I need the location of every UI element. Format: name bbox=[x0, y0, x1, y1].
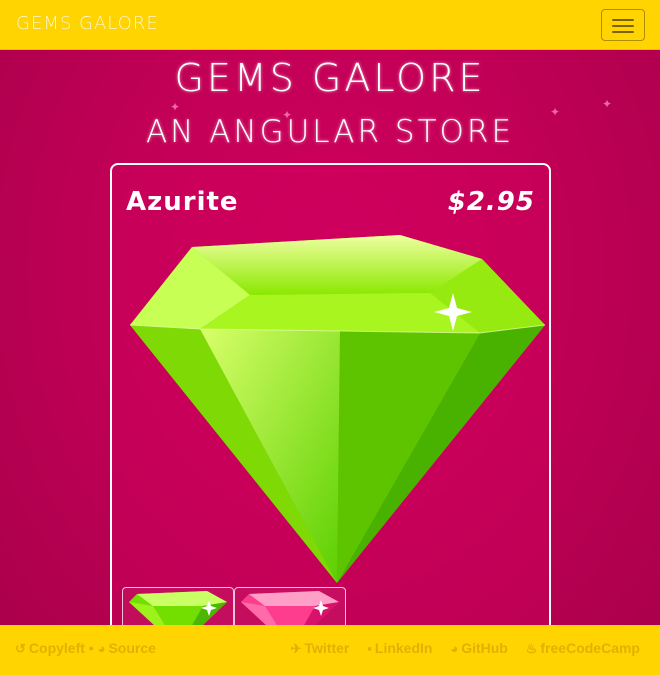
page-title: GEMS GALORE bbox=[174, 56, 486, 100]
copyleft-icon: ↺ bbox=[15, 641, 26, 656]
twitter-icon: ✈ bbox=[290, 641, 302, 656]
linkedin-icon: ▪ bbox=[367, 641, 372, 656]
page-subtitle: AN ANGULAR STORE bbox=[145, 114, 515, 150]
source-link[interactable]: ◕ Source bbox=[98, 640, 156, 656]
sparkle-decoration: ✦ bbox=[170, 100, 181, 114]
twitter-label: Twitter bbox=[304, 640, 350, 656]
copyleft-link[interactable]: ↺ Copyleft bbox=[15, 640, 85, 656]
footer: ↺ Copyleft • ◕ Source ✈ Twitter ▪ LinkedIn ◕… bbox=[0, 625, 660, 675]
product-card: Azurite $2.95 bbox=[110, 163, 551, 637]
hamburger-icon-bar bbox=[612, 31, 634, 33]
github-label: GitHub bbox=[461, 640, 508, 656]
brand-logo[interactable]: GEMS GALORE bbox=[16, 13, 159, 34]
hamburger-icon-bar bbox=[612, 25, 634, 27]
footer-left: ↺ Copyleft • ◕ Source bbox=[15, 640, 156, 657]
copyleft-label: Copyleft bbox=[28, 640, 85, 656]
source-label: Source bbox=[108, 640, 156, 656]
product-price: $2.95 bbox=[447, 187, 535, 217]
footer-social-links: ✈ Twitter ▪ LinkedIn ◕ GitHub ♨ freeCodeCamp bbox=[277, 640, 640, 657]
navbar: GEMS GALORE bbox=[0, 0, 660, 50]
gem-image bbox=[130, 235, 545, 583]
twitter-link[interactable]: ✈ Twitter bbox=[291, 640, 350, 656]
github-link[interactable]: ◕ GitHub bbox=[450, 640, 508, 656]
footer-separator: • bbox=[88, 640, 94, 656]
navbar-toggle-button[interactable] bbox=[601, 9, 645, 41]
product-name: Azurite bbox=[126, 187, 239, 217]
github-icon: ◕ bbox=[450, 641, 459, 656]
fire-icon: ♨ bbox=[525, 641, 538, 656]
linkedin-label: LinkedIn bbox=[374, 640, 433, 656]
freecodecamp-label: freeCodeCamp bbox=[540, 640, 640, 656]
freecodecamp-link[interactable]: ♨ freeCodeCamp bbox=[526, 640, 640, 656]
linkedin-link[interactable]: ▪ LinkedIn bbox=[367, 640, 432, 656]
hamburger-icon-bar bbox=[612, 19, 634, 21]
github-icon: ◕ bbox=[97, 641, 106, 656]
